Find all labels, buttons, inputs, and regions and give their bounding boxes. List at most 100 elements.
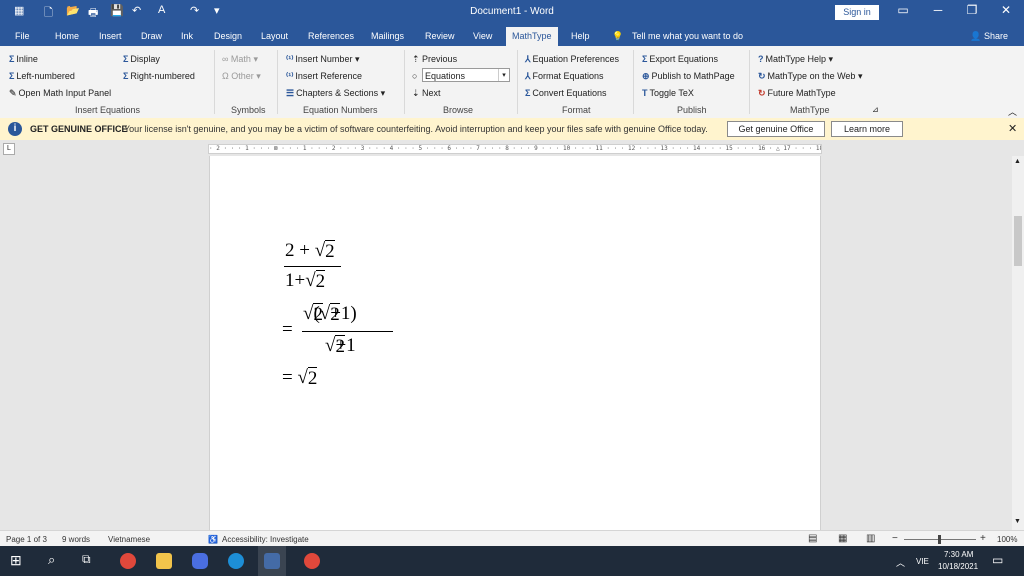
display-button[interactable]: Σ Display: [123, 54, 160, 64]
chapters-sections-button[interactable]: ☰ Chapters & Sections ▾: [286, 88, 385, 99]
fraction-bar: [284, 266, 341, 267]
tab-ink[interactable]: Ink: [181, 31, 193, 41]
tell-me-search[interactable]: Tell me what you want to do: [632, 31, 743, 41]
web-layout-icon[interactable]: ▥: [866, 533, 875, 544]
export-equations-button[interactable]: Σ Export Equations: [642, 54, 718, 64]
scroll-up-icon[interactable]: ▲: [1014, 158, 1021, 165]
tab-file[interactable]: File: [15, 31, 30, 41]
print-layout-icon[interactable]: ▦: [838, 533, 847, 544]
search-icon[interactable]: ⌕: [48, 552, 55, 568]
reference-icon: ⁽¹⁾: [286, 71, 294, 81]
tab-design[interactable]: Design: [214, 31, 242, 41]
zoom-out-icon[interactable]: −: [892, 533, 898, 544]
inline-button[interactable]: Σ Inline: [9, 54, 38, 64]
insert-reference-button[interactable]: ⁽¹⁾ Insert Reference: [286, 71, 362, 82]
open-math-input-button[interactable]: ✎ Open Math Input Panel: [9, 88, 111, 99]
insert-number-button[interactable]: ⁽¹⁾ Insert Number ▾: [286, 54, 359, 65]
collapse-ribbon-icon[interactable]: ︿: [1008, 105, 1017, 118]
status-bar: Page 1 of 3 9 words Vietnamese ♿ Accessi…: [0, 530, 1024, 547]
tab-help[interactable]: Help: [571, 31, 590, 41]
group-separator: [633, 50, 634, 114]
word-count[interactable]: 9 words: [62, 535, 90, 544]
tab-insert[interactable]: Insert: [99, 31, 122, 41]
omega-icon: Ω: [222, 71, 232, 81]
share-button[interactable]: Share: [984, 31, 1008, 41]
zoom-in-icon[interactable]: +: [980, 533, 986, 544]
file-explorer-icon[interactable]: [156, 553, 172, 569]
windows-start-icon[interactable]: ⊞: [10, 552, 22, 569]
browse-type-select[interactable]: Equations ▾: [422, 68, 510, 82]
future-mathtype-button[interactable]: ↻ Future MathType: [758, 88, 836, 99]
tab-mathtype[interactable]: MathType: [506, 27, 558, 46]
tab-home[interactable]: Home: [55, 31, 79, 41]
other-symbols-button[interactable]: Ω Other ▾: [222, 71, 261, 82]
notifications-icon[interactable]: ▭: [992, 553, 1003, 567]
zoom-app-icon[interactable]: [192, 553, 208, 569]
group-label-mathtype: MathType: [790, 105, 830, 115]
edge-icon[interactable]: [228, 553, 244, 569]
restore-button[interactable]: ❐: [960, 3, 984, 17]
tab-mailings[interactable]: Mailings: [371, 31, 404, 41]
scroll-down-icon[interactable]: ▼: [1014, 518, 1021, 525]
equation-numerator-2: √ 2 (√ 2 +1): [303, 303, 357, 325]
previous-button[interactable]: ⇡ Previous: [412, 54, 457, 65]
tab-review[interactable]: Review: [425, 31, 455, 41]
infobar-title: GET GENUINE OFFICE: [30, 124, 128, 134]
group-label-format: Format: [562, 105, 591, 115]
math-symbols-button[interactable]: ∞ Math ▾: [222, 54, 258, 65]
tab-layout[interactable]: Layout: [261, 31, 288, 41]
clock-date[interactable]: 10/18/2021: [938, 562, 978, 571]
arrow-down-icon: ⇣: [412, 88, 423, 98]
right-numbered-button[interactable]: Σ Right-numbered: [123, 71, 195, 81]
accessibility-status[interactable]: Accessibility: Investigate: [222, 535, 309, 544]
chevron-down-icon[interactable]: ▾: [498, 69, 509, 81]
input-language[interactable]: VIE: [916, 557, 929, 566]
clock-time[interactable]: 7:30 AM: [944, 550, 973, 559]
page-count[interactable]: Page 1 of 3: [6, 535, 47, 544]
equation-preferences-button[interactable]: ⅄ Equation Preferences: [525, 54, 619, 65]
close-infobar-icon[interactable]: ✕: [1008, 122, 1017, 135]
title-bar: ▦ 🗋 📂 🖶 💾 ↶ A ↷ ▾ Document1 - Word Sign …: [0, 0, 1024, 24]
toggle-tex-button[interactable]: T Toggle TeX: [642, 88, 694, 98]
tab-references[interactable]: References: [308, 31, 354, 41]
task-view-icon[interactable]: ⧉: [82, 552, 91, 567]
mathtype-help-button[interactable]: ? MathType Help ▾: [758, 54, 833, 65]
scroll-thumb[interactable]: [1014, 216, 1022, 266]
tab-selector-icon[interactable]: L: [3, 143, 15, 155]
ruler: L · 2 · · · 1 · · · ⊠ · · · 1 · · · 2 · …: [0, 140, 1024, 156]
next-button[interactable]: ⇣ Next: [412, 88, 441, 99]
zoom-level[interactable]: 100%: [997, 535, 1017, 544]
tab-draw[interactable]: Draw: [141, 31, 162, 41]
chrome-profile-icon[interactable]: [304, 553, 320, 569]
number-icon: ⁽¹⁾: [286, 54, 294, 64]
vertical-scrollbar[interactable]: ▲ ▼: [1012, 156, 1024, 530]
format-equations-button[interactable]: ⅄ Format Equations: [525, 71, 604, 82]
pen-icon: ✎: [9, 88, 17, 98]
horizontal-ruler[interactable]: · 2 · · · 1 · · · ⊠ · · · 1 · · · 2 · · …: [208, 144, 822, 154]
mathtype-web-button[interactable]: ↻ MathType on the Web ▾: [758, 71, 862, 82]
document-page[interactable]: 2 + √ 2 1+√ 2 = √ 2 (√ 2 +1) √ 2 +1 = √ 2: [209, 156, 821, 530]
focus-mode-icon[interactable]: ▤: [808, 533, 817, 544]
publish-mathpage-button[interactable]: ⊕ Publish to MathPage: [642, 71, 735, 82]
infinity-icon: ∞: [222, 54, 231, 64]
chrome-icon[interactable]: [120, 553, 136, 569]
left-numbered-button[interactable]: Σ Left-numbered: [9, 71, 75, 81]
sign-in-button[interactable]: Sign in: [835, 5, 879, 20]
equation-result: = √ 2: [282, 367, 318, 389]
get-genuine-office-button[interactable]: Get genuine Office: [727, 121, 825, 137]
word-active-highlight: [258, 546, 286, 576]
sigma-icon: Σ: [123, 54, 129, 64]
learn-more-button[interactable]: Learn more: [831, 121, 903, 137]
arrow-up-icon: ⇡: [412, 54, 423, 64]
convert-equations-button[interactable]: Σ Convert Equations: [525, 88, 606, 98]
tab-view[interactable]: View: [473, 31, 492, 41]
ribbon-display-options-icon[interactable]: ▭: [891, 3, 915, 17]
zoom-slider-thumb[interactable]: [938, 535, 941, 544]
minimize-button[interactable]: ─: [926, 3, 950, 17]
dialog-launcher-icon[interactable]: ⊿: [872, 105, 879, 114]
language-indicator[interactable]: Vietnamese: [108, 535, 150, 544]
chevron-up-icon[interactable]: ︿: [896, 556, 905, 569]
group-label-symbols: Symbols: [231, 105, 266, 115]
group-label-browse: Browse: [443, 105, 474, 115]
close-button[interactable]: ✕: [994, 3, 1018, 17]
